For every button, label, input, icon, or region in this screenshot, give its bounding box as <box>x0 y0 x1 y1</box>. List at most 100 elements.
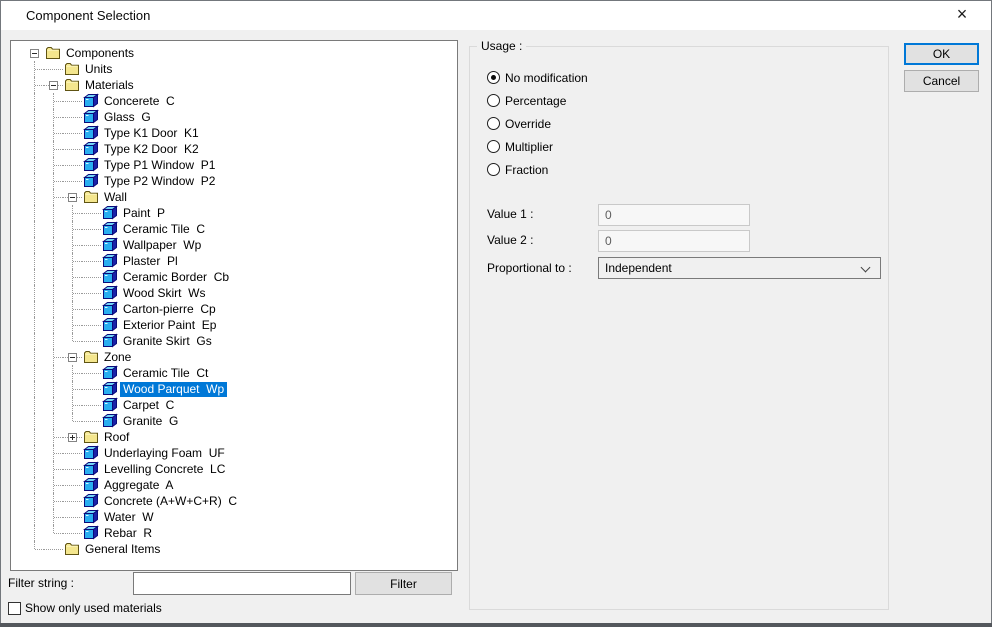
tree-item-label[interactable]: Roof <box>101 430 132 445</box>
material-cube-icon <box>102 301 118 317</box>
tree-row[interactable]: Zone <box>25 349 457 365</box>
tree-row[interactable]: Plaster Pl <box>25 253 457 269</box>
tree-guide <box>25 93 44 109</box>
close-icon[interactable]: × <box>945 1 979 30</box>
tree-item-label[interactable]: Carpet C <box>120 398 177 413</box>
tree-guide <box>25 141 44 157</box>
tree-item-label[interactable]: Wall <box>101 190 130 205</box>
tree-row[interactable]: General Items <box>25 541 457 557</box>
tree-item-label[interactable]: Type P2 Window P2 <box>101 174 218 189</box>
tree-guide <box>63 125 82 141</box>
expander-minus-icon[interactable] <box>30 49 39 58</box>
tree-item-label[interactable]: General Items <box>82 542 163 557</box>
tree-guide <box>44 381 63 397</box>
tree-item-label[interactable]: Wood Skirt Ws <box>120 286 208 301</box>
filter-button[interactable]: Filter <box>355 572 452 595</box>
radio-button-icon[interactable] <box>487 140 500 153</box>
tree-row[interactable]: Rebar R <box>25 525 457 541</box>
radio-option-fraction[interactable]: Fraction <box>487 162 548 177</box>
tree-item-label[interactable]: Granite Skirt Gs <box>120 334 215 349</box>
tree-item-label[interactable]: Zone <box>101 350 134 365</box>
tree-row[interactable]: Paint P <box>25 205 457 221</box>
tree-item-label[interactable]: Wallpaper Wp <box>120 238 204 253</box>
tree-item-label[interactable]: Components <box>63 46 137 61</box>
tree-item-label[interactable]: Ceramic Border Cb <box>120 270 232 285</box>
tree-item-label[interactable]: Materials <box>82 78 137 93</box>
tree-row[interactable]: Ceramic Border Cb <box>25 269 457 285</box>
tree-row[interactable]: Wood Skirt Ws <box>25 285 457 301</box>
tree-item-label[interactable]: Underlaying Foam UF <box>101 446 228 461</box>
tree-item-label[interactable]: Ceramic Tile C <box>120 222 208 237</box>
tree-row[interactable]: Ceramic Tile C <box>25 221 457 237</box>
expander-minus-icon[interactable] <box>49 81 58 90</box>
tree-item-label[interactable]: Type K2 Door K2 <box>101 142 202 157</box>
radio-option-multiplier[interactable]: Multiplier <box>487 139 553 154</box>
tree-row[interactable]: Wood Parquet Wp <box>25 381 457 397</box>
tree-row[interactable]: Type K1 Door K1 <box>25 125 457 141</box>
cancel-button[interactable]: Cancel <box>904 70 979 92</box>
tree-guide <box>44 477 63 493</box>
tree-row[interactable]: Aggregate A <box>25 477 457 493</box>
tree-item-label[interactable]: Levelling Concrete LC <box>101 462 228 477</box>
show-only-used-label[interactable]: Show only used materials <box>25 601 162 616</box>
tree-row[interactable]: Levelling Concrete LC <box>25 461 457 477</box>
tree-item-label[interactable]: Exterior Paint Ep <box>120 318 219 333</box>
ok-button[interactable]: OK <box>904 43 979 65</box>
tree-row[interactable]: Materials <box>25 77 457 93</box>
material-cube-icon <box>102 221 118 237</box>
tree-guide <box>25 301 44 317</box>
tree-row[interactable]: Granite G <box>25 413 457 429</box>
expander-minus-icon[interactable] <box>68 193 77 202</box>
filter-input[interactable] <box>133 572 351 595</box>
radio-button-icon[interactable] <box>487 94 500 107</box>
tree-row[interactable]: Concerete C <box>25 93 457 109</box>
tree-item-label[interactable]: Type K1 Door K1 <box>101 126 202 141</box>
tree-row[interactable]: Type P1 Window P1 <box>25 157 457 173</box>
tree-item-label[interactable]: Glass G <box>101 110 154 125</box>
tree-item-label[interactable]: Plaster Pl <box>120 254 181 269</box>
tree-guide <box>25 157 44 173</box>
tree-item-label[interactable]: Rebar R <box>101 526 155 541</box>
tree-row[interactable]: Water W <box>25 509 457 525</box>
tree-row[interactable]: Underlaying Foam UF <box>25 445 457 461</box>
tree-row[interactable]: Ceramic Tile Ct <box>25 365 457 381</box>
tree-item-label[interactable]: Aggregate A <box>101 478 176 493</box>
tree-item-label[interactable]: Granite G <box>120 414 181 429</box>
proportional-to-select[interactable]: Independent <box>598 257 881 279</box>
tree-item-label[interactable]: Carton-pierre Cp <box>120 302 219 317</box>
tree-item-label[interactable]: Concerete C <box>101 94 178 109</box>
tree-item-label[interactable]: Wood Parquet Wp <box>120 381 228 397</box>
tree-row[interactable]: Carton-pierre Cp <box>25 301 457 317</box>
tree-row[interactable]: Type K2 Door K2 <box>25 141 457 157</box>
radio-option-override[interactable]: Override <box>487 116 551 131</box>
tree-row[interactable]: Wallpaper Wp <box>25 237 457 253</box>
expander-plus-icon[interactable] <box>68 433 77 442</box>
tree-row[interactable]: Wall <box>25 189 457 205</box>
tree-row[interactable]: Carpet C <box>25 397 457 413</box>
tree-row[interactable]: Units <box>25 61 457 77</box>
proportional-to-label: Proportional to : <box>487 261 572 275</box>
radio-button-icon[interactable] <box>487 117 500 130</box>
tree-row[interactable]: Granite Skirt Gs <box>25 333 457 349</box>
tree-row[interactable]: Concrete (A+W+C+R) C <box>25 493 457 509</box>
tree-item-label[interactable]: Water W <box>101 510 157 525</box>
radio-option-percentage[interactable]: Percentage <box>487 93 566 108</box>
radio-button-icon[interactable] <box>487 163 500 176</box>
tree-row[interactable]: Exterior Paint Ep <box>25 317 457 333</box>
component-tree[interactable]: Components Units Materials Concerete C Glass… <box>10 40 458 571</box>
radio-option-no-modification[interactable]: No modification <box>487 70 588 85</box>
tree-item-label[interactable]: Units <box>82 62 115 77</box>
tree-row[interactable]: Type P2 Window P2 <box>25 173 457 189</box>
tree-item-label[interactable]: Concrete (A+W+C+R) C <box>101 494 240 509</box>
tree-row[interactable]: Components <box>25 45 457 61</box>
expander-minus-icon[interactable] <box>68 353 77 362</box>
tree-item-label[interactable]: Ceramic Tile Ct <box>120 366 211 381</box>
tree-row[interactable]: Roof <box>25 429 457 445</box>
show-only-used-checkbox[interactable] <box>8 602 21 615</box>
tree-item-label[interactable]: Type P1 Window P1 <box>101 158 218 173</box>
tree-row[interactable]: Glass G <box>25 109 457 125</box>
tree-guide <box>25 541 44 557</box>
radio-button-icon[interactable] <box>487 71 500 84</box>
tree-item-label[interactable]: Paint P <box>120 206 168 221</box>
material-cube-icon <box>83 125 99 141</box>
